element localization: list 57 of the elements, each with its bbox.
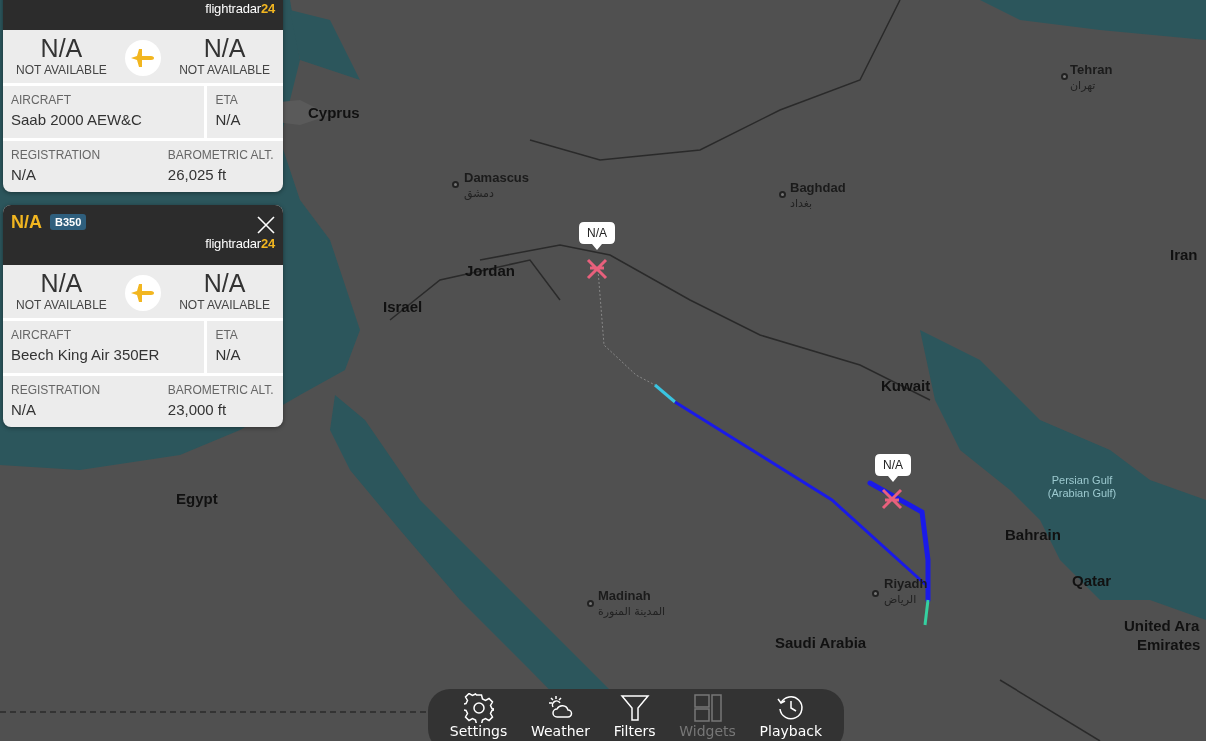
field-value: N/A bbox=[11, 399, 37, 420]
city-marker bbox=[452, 181, 459, 188]
airplane-icon bbox=[125, 39, 161, 76]
playback-button[interactable]: Playback bbox=[755, 693, 827, 741]
airplane-icon bbox=[125, 274, 161, 311]
country-label: Emirates bbox=[1137, 636, 1201, 654]
filters-button[interactable]: Filters bbox=[609, 693, 660, 741]
funnel-icon bbox=[619, 693, 650, 723]
airport-name: NOT AVAILABLE bbox=[179, 62, 270, 79]
layout-icon bbox=[692, 693, 723, 723]
airplane-icon[interactable] bbox=[881, 488, 903, 510]
country-label: Egypt bbox=[176, 490, 218, 508]
field-value: 23,000 ft bbox=[167, 399, 228, 420]
airport-code: N/A bbox=[202, 271, 247, 296]
city-marker bbox=[1061, 73, 1068, 80]
country-label: Jordan bbox=[465, 262, 515, 280]
logo: flightradar24 bbox=[205, 235, 275, 253]
field-label: REGISTRATION bbox=[11, 146, 102, 164]
field-label: ETA bbox=[215, 92, 239, 109]
field-label: ETA bbox=[215, 327, 239, 344]
field-value: Saab 2000 AEW&C bbox=[11, 110, 143, 130]
sea-label: Persian Gulf (Arabian Gulf) bbox=[1046, 474, 1118, 500]
clock-history-icon bbox=[775, 693, 806, 723]
field-value: N/A bbox=[11, 164, 37, 185]
country-label: Qatar bbox=[1072, 572, 1112, 590]
country-label: Iran bbox=[1170, 246, 1198, 264]
country-label: United Ara bbox=[1124, 617, 1200, 635]
field-label: BAROMETRIC ALT. bbox=[167, 146, 275, 164]
city-marker bbox=[779, 191, 786, 198]
field-value: N/A bbox=[215, 345, 242, 365]
field-label: AIRCRAFT bbox=[11, 92, 72, 109]
airport-code: N/A bbox=[202, 36, 247, 61]
city-marker bbox=[872, 590, 879, 597]
field-label: REGISTRATION bbox=[11, 381, 102, 399]
country-label: Israel bbox=[383, 298, 423, 316]
country-label: Saudi Arabia bbox=[775, 634, 867, 652]
field-value: N/A bbox=[215, 110, 242, 130]
airport-name: NOT AVAILABLE bbox=[16, 297, 107, 314]
logo: flightradar24 bbox=[205, 0, 275, 18]
gear-icon bbox=[463, 693, 494, 723]
aircraft-type-badge: B350 bbox=[50, 213, 87, 231]
city-marker bbox=[587, 600, 594, 607]
country-label: Kuwait bbox=[881, 377, 931, 395]
airport-name: NOT AVAILABLE bbox=[179, 297, 270, 314]
field-value: 26,025 ft bbox=[167, 164, 228, 185]
settings-button[interactable]: Settings bbox=[445, 693, 512, 741]
callsign: N/A bbox=[11, 210, 42, 234]
country-label: Bahrain bbox=[1005, 526, 1061, 544]
airport-code: N/A bbox=[39, 271, 84, 296]
field-label: AIRCRAFT bbox=[11, 327, 72, 344]
field-value: Beech King Air 350ER bbox=[11, 345, 161, 365]
weather-button[interactable]: Weather bbox=[526, 693, 594, 741]
country-label: Cyprus bbox=[308, 104, 360, 122]
field-label: BAROMETRIC ALT. bbox=[167, 381, 275, 399]
airport-code: N/A bbox=[39, 36, 84, 61]
airport-name: NOT AVAILABLE bbox=[16, 62, 107, 79]
airplane-icon[interactable] bbox=[586, 258, 608, 280]
